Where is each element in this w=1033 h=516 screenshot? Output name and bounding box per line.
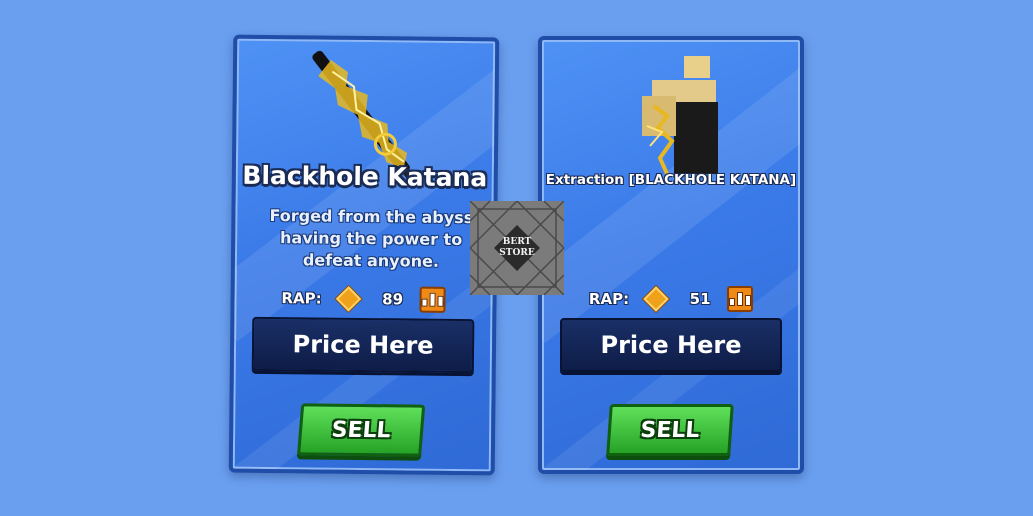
sell-button[interactable]: SELL	[606, 404, 734, 456]
rap-value: 89	[382, 290, 404, 309]
rap-label: RAP:	[281, 289, 322, 308]
rap-row: RAP: 51	[542, 284, 800, 314]
rap-row: RAP: 89	[234, 283, 492, 316]
rap-gem-icon	[335, 286, 362, 312]
logo-text: BERT STORE	[499, 237, 535, 258]
rap-value: 51	[689, 290, 711, 308]
rap-gem-icon	[643, 286, 669, 312]
item-card-extraction[interactable]: Extraction [BLACKHOLE KATANA] RAP: 51 Pr…	[538, 36, 804, 474]
price-field[interactable]: Price Here	[251, 316, 475, 374]
bar-chart-icon[interactable]	[727, 286, 754, 312]
item-description: Forged from the abyss having the power t…	[269, 206, 474, 271]
bar-chart-icon[interactable]	[419, 286, 446, 313]
item-name: Blackhole Katana	[242, 160, 488, 193]
item-card-blackhole-katana[interactable]: Blackhole Katana Forged from the abyss h…	[228, 34, 500, 476]
sell-button[interactable]: SELL	[297, 403, 426, 457]
rap-label: RAP:	[588, 290, 630, 308]
item-name: Extraction [BLACKHOLE KATANA]	[545, 172, 797, 188]
price-field[interactable]: Price Here	[560, 318, 782, 372]
bert-store-logo: BERT STORE	[470, 201, 564, 295]
